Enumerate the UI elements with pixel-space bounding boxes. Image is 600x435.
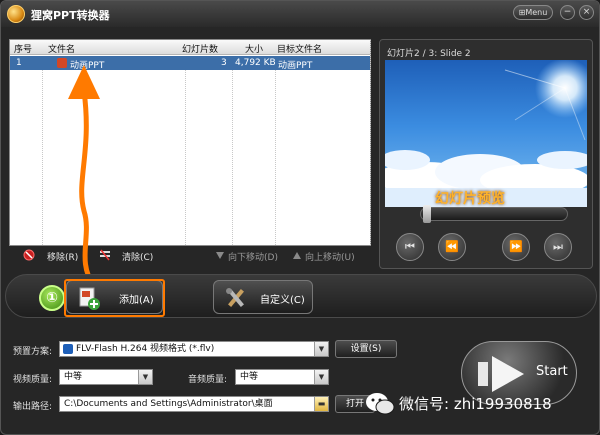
column-divider <box>42 40 43 245</box>
rewind-icon: ⏪ <box>445 240 459 253</box>
video-quality-value: 中等 <box>64 372 83 382</box>
close-button[interactable]: × <box>579 5 594 20</box>
clear-icon <box>100 249 110 261</box>
video-quality-select[interactable]: 中等 ▼ <box>59 369 153 385</box>
app-logo-icon <box>7 5 25 23</box>
output-path-label: 输出路径: <box>13 402 53 412</box>
menu-button[interactable]: ⊞Menu <box>513 5 553 20</box>
clear-button[interactable]: 清除(C) <box>122 250 153 263</box>
row-slides: 3 <box>221 58 227 68</box>
audio-quality-select[interactable]: 中等 ▼ <box>235 369 329 385</box>
start-button-label: Start <box>536 364 568 379</box>
move-up-icon <box>293 252 301 259</box>
last-slide-button[interactable]: ⏭ <box>544 233 572 261</box>
column-divider <box>232 40 233 245</box>
preview-seek-handle[interactable] <box>423 205 431 223</box>
fast-forward-icon: ⏩ <box>509 240 523 253</box>
minimize-button[interactable]: − <box>560 5 575 20</box>
column-header-slides[interactable]: 幻灯片数 <box>182 42 218 55</box>
next-slide-button[interactable]: ⏩ <box>502 233 530 261</box>
preview-seek-bar[interactable] <box>420 207 568 221</box>
remove-icon <box>23 249 35 261</box>
move-down-button[interactable]: 向下移动(D) <box>228 250 278 263</box>
watermark-text: 微信号: zhi19930818 <box>399 395 552 413</box>
column-header-index[interactable]: 序号 <box>14 42 32 55</box>
remove-button[interactable]: 移除(R) <box>47 250 78 263</box>
preview-slide-label: 幻灯片2 / 3: Slide 2 <box>387 49 471 59</box>
app-title: 狸窝PPT转换器 <box>31 9 110 22</box>
output-path-value: C:\Documents and Settings\Administrator\… <box>64 399 273 409</box>
column-header-filename[interactable]: 文件名 <box>48 42 75 55</box>
preset-label: 预置方案: <box>13 347 53 357</box>
chevron-down-icon: ▼ <box>314 342 328 356</box>
wechat-icon <box>366 393 395 415</box>
start-arrow-icon <box>478 356 524 392</box>
row-target: 动画PPT <box>278 61 313 71</box>
row-size: 4,792 KB <box>235 58 276 68</box>
tools-icon <box>226 288 244 307</box>
column-header-target[interactable]: 目标文件名 <box>277 42 322 55</box>
title-bar[interactable]: 狸窝PPT转换器 ⊞Menu − × <box>1 1 599 27</box>
folder-icon[interactable]: ▬ <box>314 397 328 411</box>
first-slide-button[interactable]: ⏮ <box>396 233 424 261</box>
add-button-highlight <box>64 279 165 317</box>
skip-forward-icon: ⏭ <box>553 240 563 253</box>
video-quality-label: 视频质量: <box>13 375 53 385</box>
customize-button-label: 自定义(C) <box>260 295 305 306</box>
column-header-size[interactable]: 大小 <box>245 42 263 55</box>
customize-button[interactable]: 自定义(C) <box>213 280 313 314</box>
menu-label: Menu <box>525 8 548 17</box>
app-window: 狸窝PPT转换器 ⊞Menu − × 序号 文件名 幻灯片数 大小 目标文件名 … <box>0 0 600 435</box>
file-list-header: 序号 文件名 幻灯片数 大小 目标文件名 <box>10 40 370 55</box>
column-divider <box>370 40 371 245</box>
wechat-watermark: 微信号: zhi19930818 <box>361 389 597 419</box>
previous-slide-button[interactable]: ⏪ <box>438 233 466 261</box>
preview-panel: 幻灯片2 / 3: Slide 2 幻灯片预览 ⏮ ⏪ ⏩ ⏭ <box>379 39 593 269</box>
preview-caption: 幻灯片预览 <box>435 191 505 207</box>
skip-back-icon: ⏮ <box>405 240 415 253</box>
audio-quality-label: 音频质量: <box>188 375 228 385</box>
row-index: 1 <box>16 58 22 68</box>
flv-format-icon <box>63 344 73 354</box>
sky-clouds-image <box>385 60 587 207</box>
column-divider <box>275 40 276 245</box>
slide-preview-image <box>385 60 587 207</box>
preset-settings-button[interactable]: 设置(S) <box>335 340 397 358</box>
output-path-input[interactable]: C:\Documents and Settings\Administrator\… <box>59 396 329 412</box>
list-action-bar: 移除(R) 清除(C) 向下移动(D) 向上移动(U) <box>9 246 371 266</box>
column-divider <box>185 40 186 245</box>
step-one-badge: ① <box>39 285 65 311</box>
move-down-icon <box>216 252 224 259</box>
chevron-down-icon: ▼ <box>314 370 328 384</box>
audio-quality-value: 中等 <box>240 372 259 382</box>
chevron-down-icon: ▼ <box>138 370 152 384</box>
preset-select-value: FLV-Flash H.264 视频格式 (*.flv) <box>76 344 215 354</box>
preset-select[interactable]: FLV-Flash H.264 视频格式 (*.flv) ▼ <box>59 341 329 357</box>
move-up-button[interactable]: 向上移动(U) <box>305 250 355 263</box>
